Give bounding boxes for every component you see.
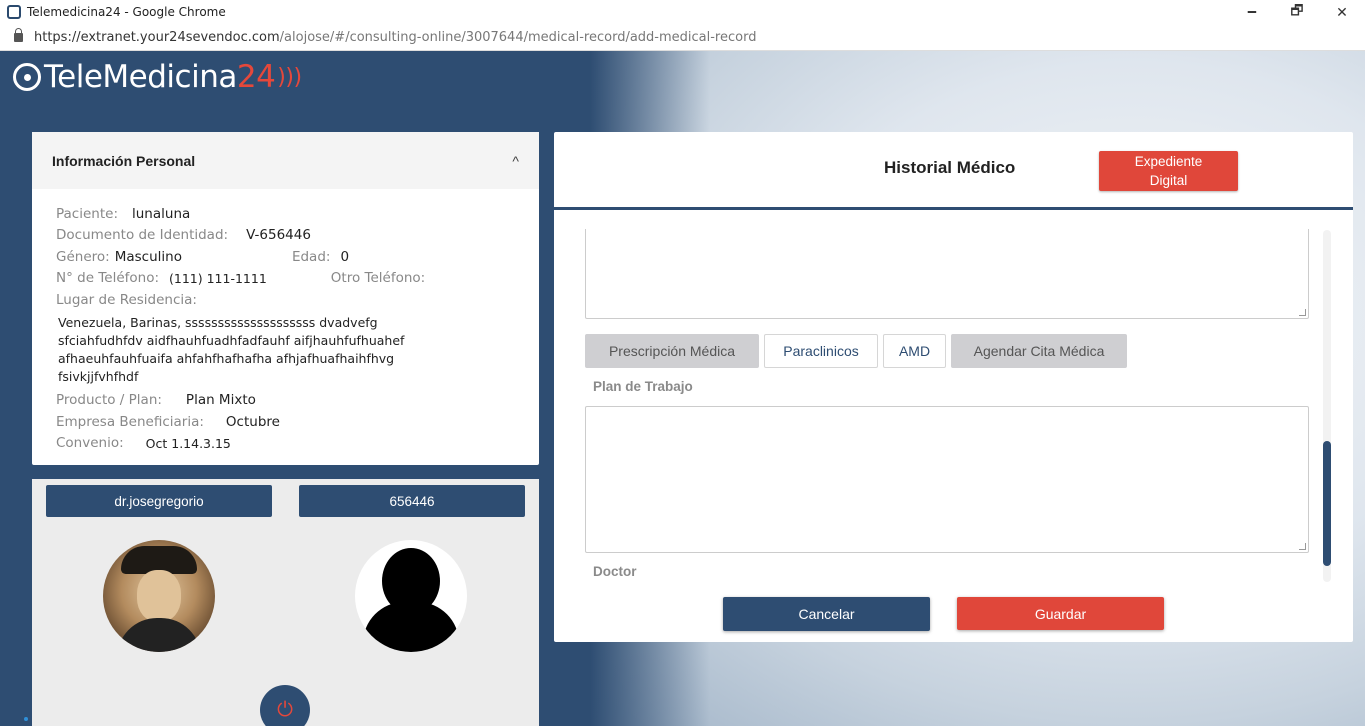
residencia-line-4: fsivkjjfvhfhdf — [58, 368, 139, 384]
logo-number: 24 — [236, 59, 276, 95]
producto-row: Producto / Plan: Plan Mixto — [56, 390, 515, 412]
record-tabs: Prescripción Médica Paraclinicos AMD Age… — [585, 334, 1132, 368]
app-icon — [7, 5, 21, 19]
paciente-label: Paciente: — [56, 205, 118, 222]
personal-info-body: Paciente: lunaluna Documento de Identidad… — [32, 189, 539, 454]
avatar-face — [137, 570, 181, 622]
genero-row: Género: Masculino Edad: 0 — [56, 246, 515, 268]
patient-avatar-placeholder-icon — [355, 540, 467, 652]
empresa-label: Empresa Beneficiaria: — [56, 413, 204, 430]
tab-agendar-cita-medica[interactable]: Agendar Cita Médica — [951, 334, 1127, 368]
paciente-row: Paciente: lunaluna — [56, 203, 515, 225]
residencia-line-1: Venezuela, Barinas, ssssssssssssssssssss… — [58, 314, 378, 330]
empresa-row: Empresa Beneficiaria: Octubre — [56, 411, 515, 433]
address-bar[interactable]: https://extranet.your24sevendoc.com/aloj… — [0, 24, 1365, 51]
minimize-icon[interactable]: 🗕 — [1229, 0, 1275, 24]
documento-value: V-656446 — [246, 227, 311, 244]
documento-label: Documento de Identidad: — [56, 227, 229, 244]
url-host: https://extranet.your24sevendoc.com — [34, 29, 280, 45]
window-title: Telemedicina24 - Google Chrome — [27, 5, 226, 19]
cancel-button[interactable]: Cancelar — [723, 597, 930, 631]
plan-de-trabajo-textarea[interactable] — [585, 406, 1309, 553]
residencia-line-2: sfciahfudhfdv aidfhauhfuadhfadfauhf aifj… — [58, 332, 405, 348]
convenio-row: Convenio: Oct 1.14.3.15 — [56, 433, 515, 455]
close-icon[interactable]: ✕ — [1319, 0, 1365, 24]
stethoscope-icon — [13, 63, 41, 91]
app-viewport: TeleMedicina 24))) Información Personal ^… — [0, 51, 1365, 726]
resize-grip-icon[interactable] — [1299, 309, 1306, 316]
otro-telefono-label: Otro Teléfono: — [330, 270, 426, 287]
medical-history-header: Historial Médico Expediente Digital — [554, 132, 1353, 210]
video-call-panel: dr.josegregorio 656446 ⏻ — [32, 479, 539, 726]
residencia-value: Venezuela, Barinas, ssssssssssssssssssss… — [58, 314, 515, 386]
url-path: /alojose/#/consulting-online/3007644/med… — [279, 29, 757, 45]
edad-label: Edad: — [291, 248, 331, 265]
telefono-label: N° de Teléfono: — [56, 270, 159, 287]
save-button[interactable]: Guardar — [957, 597, 1164, 630]
residencia-line-3: afhaeuhfauhfuaifa ahfahfhafhafha afhjafh… — [58, 350, 395, 366]
telefono-value: (111) 111-1111 — [169, 270, 267, 286]
expediente-line-1: Expediente — [1134, 154, 1203, 169]
convenio-value: Oct 1.14.3.15 — [145, 435, 231, 451]
chevron-up-icon[interactable]: ^ — [512, 153, 519, 169]
power-icon: ⏻ — [277, 698, 293, 721]
avatar-coat — [117, 618, 201, 652]
medical-history-card: Historial Médico Expediente Digital Presc… — [554, 132, 1353, 642]
avatar-body — [363, 602, 459, 652]
producto-value: Plan Mixto — [185, 392, 256, 409]
logo-text: TeleMedicina — [44, 59, 237, 95]
doctor-label: Doctor — [593, 564, 637, 579]
paciente-value: lunaluna — [132, 205, 191, 222]
genero-label: Género: — [56, 248, 110, 265]
convenio-label: Convenio: — [56, 435, 124, 452]
url-text[interactable]: https://extranet.your24sevendoc.com/aloj… — [34, 30, 756, 45]
plan-de-trabajo-label: Plan de Trabajo — [593, 379, 693, 394]
indicator-dot — [24, 717, 28, 721]
lock-icon — [14, 27, 23, 42]
edad-value: 0 — [340, 248, 350, 265]
doctor-name-button[interactable]: dr.josegregorio — [46, 485, 272, 517]
signal-waves-icon: ))) — [277, 64, 302, 90]
empresa-value: Octubre — [225, 413, 280, 430]
browser-title-bar: Telemedicina24 - Google Chrome 🗕 🗗 ✕ — [0, 0, 1365, 24]
end-call-power-button[interactable]: ⏻ — [260, 685, 310, 726]
resize-grip-icon[interactable] — [1299, 543, 1306, 550]
scrollbar-thumb[interactable] — [1323, 441, 1331, 566]
tab-prescripcion-medica[interactable]: Prescripción Médica — [585, 334, 759, 368]
telefono-row: N° de Teléfono: (111) 111-1111 Otro Teléfo… — [56, 268, 515, 290]
doctor-avatar — [103, 540, 215, 652]
personal-info-card: Información Personal ^ Paciente: lunaluna… — [32, 132, 539, 465]
personal-info-title: Información Personal — [52, 152, 196, 169]
medical-history-title: Historial Médico — [884, 158, 1016, 177]
patient-id-button[interactable]: 656446 — [299, 485, 525, 517]
residencia-label: Lugar de Residencia: — [56, 291, 197, 308]
producto-label: Producto / Plan: — [56, 392, 162, 409]
residencia-row: Lugar de Residencia: — [56, 289, 515, 311]
tab-paraclinicos[interactable]: Paraclinicos — [764, 334, 878, 368]
documento-row: Documento de Identidad: V-656446 — [56, 225, 515, 247]
expediente-digital-button[interactable]: Expediente Digital — [1099, 151, 1238, 191]
genero-value: Masculino — [114, 248, 182, 265]
previous-textarea[interactable] — [585, 229, 1309, 319]
telemedicina-logo[interactable]: TeleMedicina 24))) — [13, 59, 302, 95]
tab-amd[interactable]: AMD — [883, 334, 946, 368]
maximize-icon[interactable]: 🗗 — [1274, 0, 1320, 24]
personal-info-header[interactable]: Información Personal ^ — [32, 132, 539, 189]
expediente-line-2: Digital — [1149, 173, 1188, 188]
